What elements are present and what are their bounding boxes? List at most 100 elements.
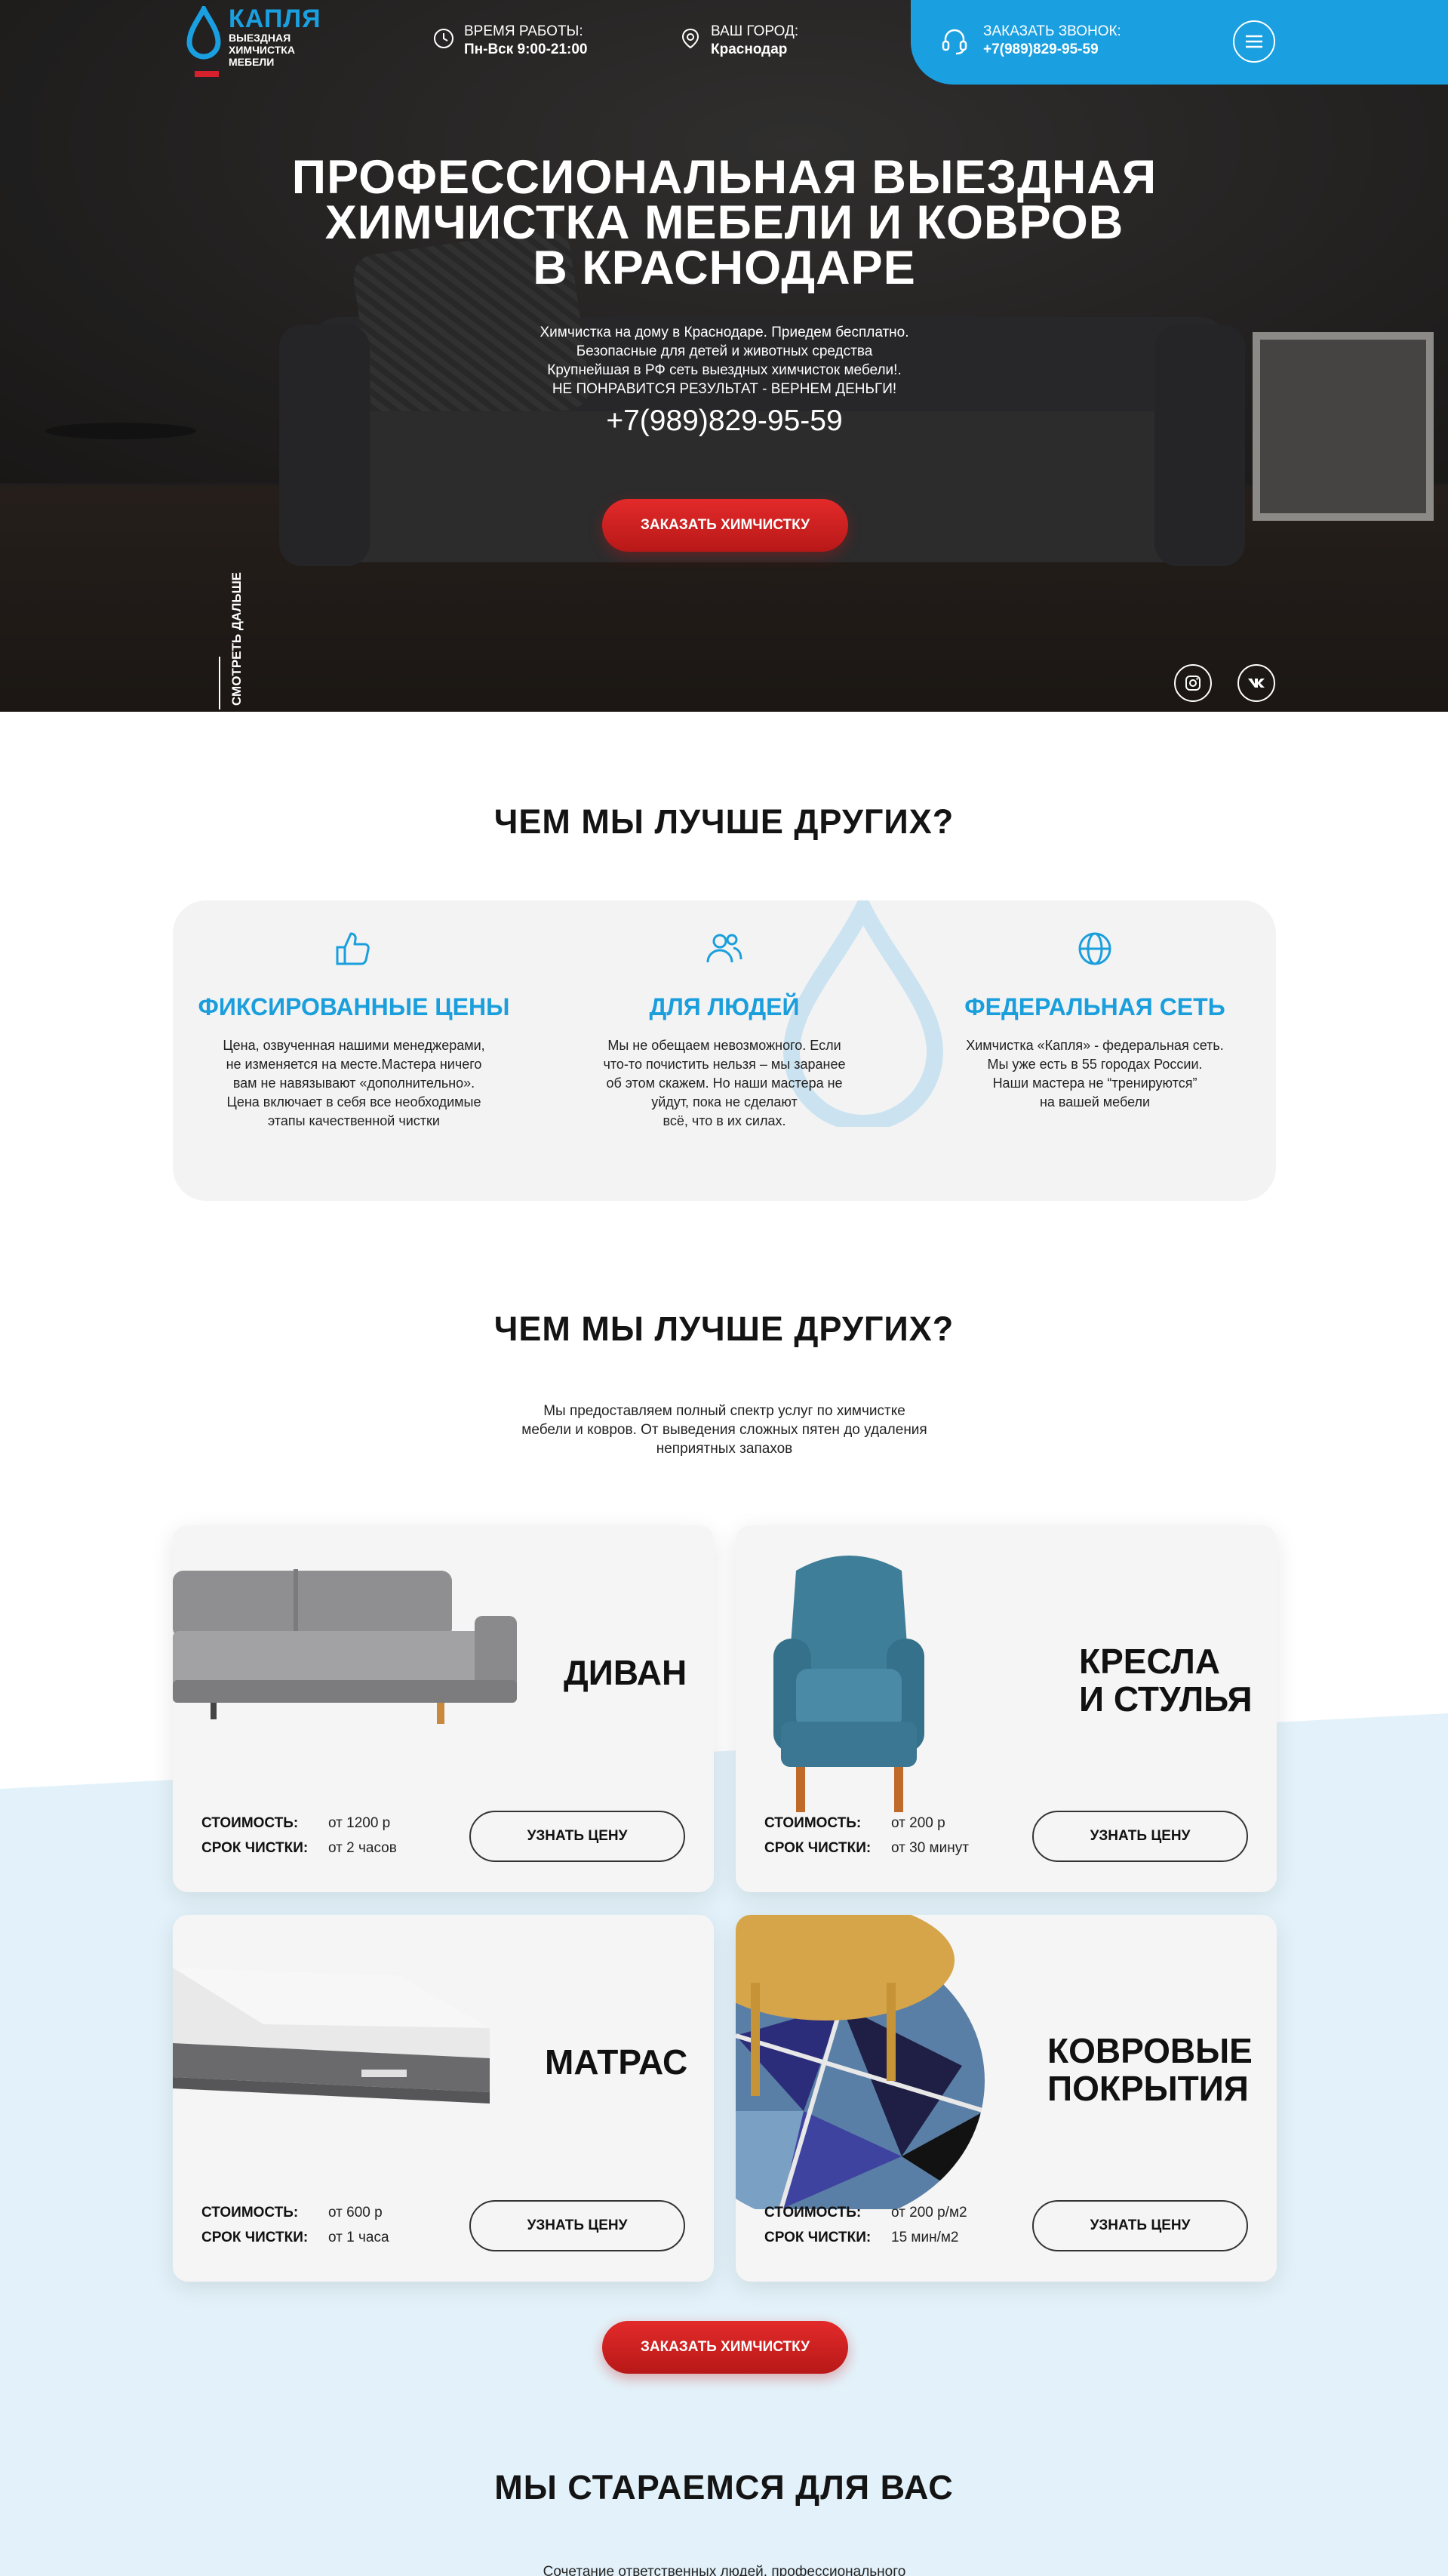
advantage-text: Мы не обещаем невозможного. Если что-то …: [566, 1036, 883, 1131]
time-label: СРОК ЧИСТКИ:: [764, 2230, 872, 2245]
cost-label: СТОИМОСТЬ:: [201, 2205, 299, 2221]
hero-title: ПРОФЕССИОНАЛЬНАЯ ВЫЕЗДНАЯ ХИМЧИСТКА МЕБЕ…: [211, 151, 1237, 294]
hero-description-line: Крупнейшая в РФ сеть выездных химчисток …: [547, 362, 902, 378]
advantage-text-line: Наши мастера не “тренируются”: [992, 1076, 1197, 1091]
services-title: ЧЕМ МЫ ЛУЧШЕ ДРУГИХ?: [493, 1310, 955, 1348]
service-card-title: МАТРАС: [545, 2043, 687, 2081]
order-cleaning-button[interactable]: ЗАКАЗАТЬ ХИМЧИСТКУ: [602, 2321, 848, 2374]
logo-brand: КАПЛЯ: [229, 5, 321, 33]
callback-phone: +7(989)829-95-59: [983, 42, 1099, 57]
service-card-meta: СТОИМОСТЬ: от 200 р/м2 СРОК ЧИСТКИ: 15 мин…: [764, 2200, 967, 2250]
advantage-for-people: ДЛЯ ЛЮДЕЙ Мы не обещаем невозможного. Ес…: [566, 900, 883, 1131]
advantage-federal-network: ФЕДЕРАЛЬНАЯ СЕТЬ Химчистка «Капля» - фед…: [936, 900, 1253, 1112]
hero-title-line: В КРАСНОДАРЕ: [533, 242, 916, 294]
service-card-title: ДИВАН: [564, 1654, 687, 1691]
care-title: МЫ СТАРАЕМСЯ ДЛЯ ВАС: [494, 2468, 954, 2507]
cost-value: от 1200 р: [328, 1815, 391, 1831]
cost-value: от 200 р: [891, 1815, 945, 1831]
get-price-button[interactable]: УЗНАТЬ ЦЕНУ: [1032, 1811, 1248, 1862]
mattress-image: [173, 1968, 490, 2104]
service-card-title-line: КРЕСЛА: [1079, 1642, 1221, 1681]
service-card-title-line: КОВРОВЫЕ: [1047, 2031, 1253, 2070]
advantage-text-line: Мы не обещаем невозможного. Если: [607, 1038, 841, 1053]
sofa-image: [173, 1569, 517, 1724]
advantage-fixed-prices: ФИКСИРОВАННЫЕ ЦЕНЫ Цена, озвученная наши…: [195, 900, 512, 1131]
armchair-image: [773, 1556, 924, 1812]
time-value: от 30 минут: [891, 1840, 969, 1856]
advantage-text-line: уйдут, пока не сделают: [651, 1094, 798, 1109]
time-value: от 1 часа: [328, 2230, 389, 2245]
callback-link[interactable]: ЗАКАЗАТЬ ЗВОНОК: +7(989)829-95-59: [939, 23, 1121, 59]
service-card-title-line: ДИВАН: [564, 1653, 687, 1692]
people-icon: [706, 934, 742, 963]
advantage-title: ДЛЯ ЛЮДЕЙ: [649, 993, 800, 1020]
cost-label: СТОИМОСТЬ:: [764, 1815, 862, 1831]
scroll-more-link[interactable]: СМОТРЕТЬ ДАЛЬШЕ: [219, 559, 244, 709]
advantage-text: Цена, озвученная нашими менеджерами, не …: [195, 1036, 512, 1131]
service-card-title: КРЕСЛА И СТУЛЬЯ: [1079, 1642, 1253, 1718]
hero-description-line: Безопасные для детей и животных средства: [576, 343, 873, 359]
drop-logo-icon: [186, 6, 221, 60]
order-cleaning-button[interactable]: ЗАКАЗАТЬ ХИМЧИСТКУ: [602, 499, 848, 552]
advantage-text-line: Химчистка «Капля» - федеральная сеть.: [966, 1038, 1224, 1053]
service-card-meta: СТОИМОСТЬ: от 600 р СРОК ЧИСТКИ: от 1 часа: [201, 2200, 389, 2250]
service-card-sofa: ДИВАН СТОИМОСТЬ: от 1200 р СРОК ЧИСТКИ: от…: [173, 1525, 714, 1892]
advantages-title: ЧЕМ МЫ ЛУЧШЕ ДРУГИХ?: [493, 802, 955, 841]
service-card-title-line: МАТРАС: [545, 2042, 688, 2082]
advantage-text-line: на вашей мебели: [1039, 1094, 1151, 1109]
instagram-icon: [1185, 676, 1201, 691]
service-card-title-line: И СТУЛЬЯ: [1079, 1679, 1253, 1719]
scroll-more-line: [219, 657, 220, 709]
time-label: СРОК ЧИСТКИ:: [201, 1840, 309, 1856]
city-value: Краснодар: [711, 42, 788, 57]
cost-value: от 600 р: [328, 2205, 383, 2221]
services-subtitle-line: неприятных запахов: [656, 1441, 793, 1457]
time-label: СРОК ЧИСТКИ:: [764, 1840, 872, 1856]
service-card-meta: СТОИМОСТЬ: от 200 р СРОК ЧИСТКИ: от 30 мин…: [764, 1811, 969, 1860]
service-card-title-line: ПОКРЫТИЯ: [1047, 2069, 1249, 2108]
hero-description-line: НЕ ПОНРАВИТСЯ РЕЗУЛЬТАТ - ВЕРНЕМ ДЕНЬГИ!: [552, 381, 897, 397]
logo-red-bar: [195, 71, 219, 77]
vk-button[interactable]: [1237, 664, 1275, 702]
hero-section: КАПЛЯ ВЫЕЗДНАЯ ХИМЧИСТКА МЕБЕЛИ ВРЕМЯ РА…: [0, 0, 1448, 712]
hours-label: ВРЕМЯ РАБОТЫ:: [464, 23, 583, 39]
instagram-button[interactable]: [1174, 664, 1212, 702]
service-card-armchairs: КРЕСЛА И СТУЛЬЯ СТОИМОСТЬ: от 200 р СРОК …: [736, 1525, 1277, 1892]
globe-icon: [1078, 932, 1111, 965]
headset-icon: [942, 29, 967, 55]
hero-description-line: Химчистка на дому в Краснодаре. Приедем …: [540, 325, 909, 340]
callback-label: ЗАКАЗАТЬ ЗВОНОК:: [983, 23, 1121, 39]
hero-title-line: ПРОФЕССИОНАЛЬНАЯ ВЫЕЗДНАЯ: [291, 151, 1157, 204]
services-subtitle-line: мебели и ковров. От выведения сложных пя…: [521, 1422, 927, 1438]
advantage-title: ФЕДЕРАЛЬНАЯ СЕТЬ: [964, 993, 1225, 1020]
carpet-image: [736, 1915, 985, 2209]
working-hours: ВРЕМЯ РАБОТЫ: Пн-Вск 9:00-21:00: [432, 23, 588, 59]
services-subtitle: Мы предоставляем полный спектр услуг по …: [498, 1402, 951, 1458]
service-card-meta: СТОИМОСТЬ: от 1200 р СРОК ЧИСТКИ: от 2 час…: [201, 1811, 397, 1860]
service-card-carpets: КОВРОВЫЕ ПОКРЫТИЯ СТОИМОСТЬ: от 200 р/м2 …: [736, 1915, 1277, 2282]
advantage-text-line: не изменяется на месте.Мастера ничего: [226, 1057, 482, 1072]
advantage-text-line: этапы качественной чистки: [268, 1113, 440, 1128]
logo-subtitle: ВЫЕЗДНАЯ ХИМЧИСТКА МЕБЕЛИ: [229, 32, 295, 68]
service-card-mattress: МАТРАС СТОИМОСТЬ: от 600 р СРОК ЧИСТКИ: от…: [173, 1915, 714, 2282]
get-price-button[interactable]: УЗНАТЬ ЦЕНУ: [1032, 2200, 1248, 2251]
get-price-button[interactable]: УЗНАТЬ ЦЕНУ: [469, 1811, 685, 1862]
hours-value: Пн-Вск 9:00-21:00: [464, 42, 588, 57]
advantage-text-line: всё, что в их силах.: [663, 1113, 786, 1128]
menu-button[interactable]: [1233, 20, 1275, 63]
get-price-button[interactable]: УЗНАТЬ ЦЕНУ: [469, 2200, 685, 2251]
advantage-text-line: Мы уже есть в 55 городах России.: [987, 1057, 1203, 1072]
thumbs-up-icon: [336, 932, 370, 965]
city-selector[interactable]: ВАШ ГОРОД: Краснодар: [679, 23, 798, 59]
care-subtitle: Сочетание ответственных людей, профессио…: [543, 2564, 906, 2576]
advantage-text: Химчистка «Капля» - федеральная сеть. Мы…: [936, 1036, 1253, 1112]
logo[interactable]: КАПЛЯ ВЫЕЗДНАЯ ХИМЧИСТКА МЕБЕЛИ: [185, 6, 327, 68]
advantage-title: ФИКСИРОВАННЫЕ ЦЕНЫ: [198, 993, 510, 1020]
advantage-text-line: Цена, озвученная нашими менеджерами,: [223, 1038, 485, 1053]
services-subtitle-line: Мы предоставляем полный спектр услуг по …: [543, 1403, 905, 1419]
advantage-text-line: Цена включает в себя все необходимые: [226, 1094, 481, 1109]
hero-phone[interactable]: +7(989)829-95-59: [423, 402, 1026, 440]
location-pin-icon: [681, 28, 699, 49]
advantage-text-line: вам не навязывают «дополнительно».: [232, 1076, 475, 1091]
vk-icon: [1248, 679, 1265, 688]
